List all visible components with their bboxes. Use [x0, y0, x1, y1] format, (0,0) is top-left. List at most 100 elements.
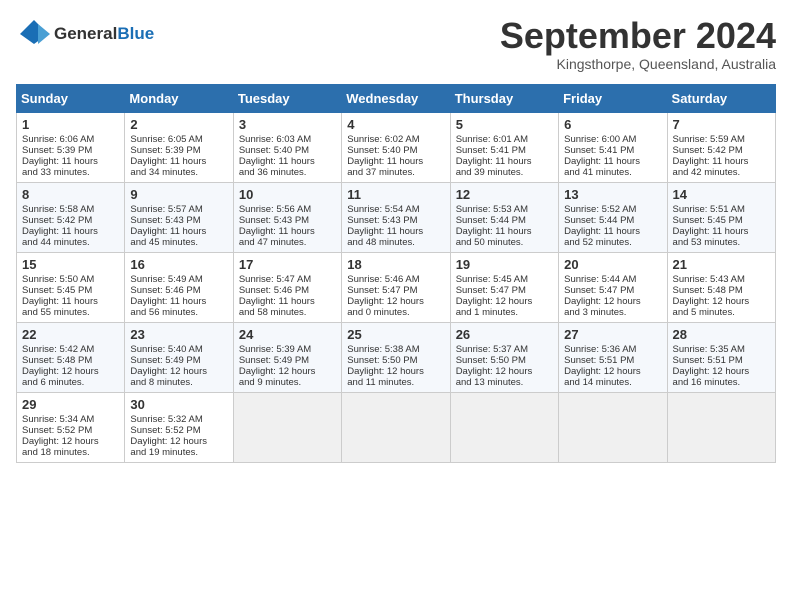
- cell-info: Sunrise: 5:57 AMSunset: 5:43 PMDaylight:…: [130, 204, 206, 248]
- cell-info: Sunrise: 5:51 AMSunset: 5:45 PMDaylight:…: [673, 204, 749, 248]
- day-number: 11: [347, 187, 444, 202]
- cell-info: Sunrise: 5:50 AMSunset: 5:45 PMDaylight:…: [22, 274, 98, 318]
- col-header-friday: Friday: [559, 84, 667, 112]
- day-number: 15: [22, 257, 119, 272]
- col-header-thursday: Thursday: [450, 84, 558, 112]
- calendar-cell: 23 Sunrise: 5:40 AMSunset: 5:49 PMDaylig…: [125, 322, 233, 392]
- cell-info: Sunrise: 5:53 AMSunset: 5:44 PMDaylight:…: [456, 204, 532, 248]
- cell-info: Sunrise: 5:45 AMSunset: 5:47 PMDaylight:…: [456, 274, 533, 318]
- calendar-cell: 12 Sunrise: 5:53 AMSunset: 5:44 PMDaylig…: [450, 182, 558, 252]
- cell-info: Sunrise: 5:32 AMSunset: 5:52 PMDaylight:…: [130, 414, 207, 458]
- cell-info: Sunrise: 5:58 AMSunset: 5:42 PMDaylight:…: [22, 204, 98, 248]
- calendar-cell: 10 Sunrise: 5:56 AMSunset: 5:43 PMDaylig…: [233, 182, 341, 252]
- calendar-header-row: SundayMondayTuesdayWednesdayThursdayFrid…: [17, 84, 776, 112]
- calendar-cell: 15 Sunrise: 5:50 AMSunset: 5:45 PMDaylig…: [17, 252, 125, 322]
- calendar-cell: 4 Sunrise: 6:02 AMSunset: 5:40 PMDayligh…: [342, 112, 450, 182]
- day-number: 4: [347, 117, 444, 132]
- logo-blue: Blue: [117, 24, 154, 43]
- cell-info: Sunrise: 6:02 AMSunset: 5:40 PMDaylight:…: [347, 134, 423, 178]
- cell-info: Sunrise: 5:43 AMSunset: 5:48 PMDaylight:…: [673, 274, 750, 318]
- cell-info: Sunrise: 5:47 AMSunset: 5:46 PMDaylight:…: [239, 274, 315, 318]
- calendar-week-5: 29 Sunrise: 5:34 AMSunset: 5:52 PMDaylig…: [17, 392, 776, 462]
- calendar-cell: 20 Sunrise: 5:44 AMSunset: 5:47 PMDaylig…: [559, 252, 667, 322]
- title-block: September 2024 Kingsthorpe, Queensland, …: [500, 16, 776, 72]
- cell-info: Sunrise: 5:42 AMSunset: 5:48 PMDaylight:…: [22, 344, 99, 388]
- calendar-week-1: 1 Sunrise: 6:06 AMSunset: 5:39 PMDayligh…: [17, 112, 776, 182]
- calendar-cell: 22 Sunrise: 5:42 AMSunset: 5:48 PMDaylig…: [17, 322, 125, 392]
- calendar-cell: 6 Sunrise: 6:00 AMSunset: 5:41 PMDayligh…: [559, 112, 667, 182]
- day-number: 14: [673, 187, 770, 202]
- col-header-saturday: Saturday: [667, 84, 775, 112]
- day-number: 9: [130, 187, 227, 202]
- cell-info: Sunrise: 5:40 AMSunset: 5:49 PMDaylight:…: [130, 344, 207, 388]
- cell-info: Sunrise: 5:34 AMSunset: 5:52 PMDaylight:…: [22, 414, 99, 458]
- cell-info: Sunrise: 5:46 AMSunset: 5:47 PMDaylight:…: [347, 274, 424, 318]
- calendar-week-4: 22 Sunrise: 5:42 AMSunset: 5:48 PMDaylig…: [17, 322, 776, 392]
- day-number: 30: [130, 397, 227, 412]
- calendar-cell: 8 Sunrise: 5:58 AMSunset: 5:42 PMDayligh…: [17, 182, 125, 252]
- calendar-week-2: 8 Sunrise: 5:58 AMSunset: 5:42 PMDayligh…: [17, 182, 776, 252]
- cell-info: Sunrise: 5:39 AMSunset: 5:49 PMDaylight:…: [239, 344, 316, 388]
- cell-info: Sunrise: 5:38 AMSunset: 5:50 PMDaylight:…: [347, 344, 424, 388]
- cell-info: Sunrise: 5:37 AMSunset: 5:50 PMDaylight:…: [456, 344, 533, 388]
- day-number: 26: [456, 327, 553, 342]
- cell-info: Sunrise: 5:35 AMSunset: 5:51 PMDaylight:…: [673, 344, 750, 388]
- day-number: 3: [239, 117, 336, 132]
- calendar-cell: 13 Sunrise: 5:52 AMSunset: 5:44 PMDaylig…: [559, 182, 667, 252]
- day-number: 21: [673, 257, 770, 272]
- calendar-cell: 5 Sunrise: 6:01 AMSunset: 5:41 PMDayligh…: [450, 112, 558, 182]
- calendar-cell: 17 Sunrise: 5:47 AMSunset: 5:46 PMDaylig…: [233, 252, 341, 322]
- logo: GeneralBlue: [16, 16, 154, 52]
- day-number: 8: [22, 187, 119, 202]
- day-number: 22: [22, 327, 119, 342]
- day-number: 18: [347, 257, 444, 272]
- calendar-cell: 1 Sunrise: 6:06 AMSunset: 5:39 PMDayligh…: [17, 112, 125, 182]
- location: Kingsthorpe, Queensland, Australia: [500, 56, 776, 72]
- day-number: 23: [130, 327, 227, 342]
- day-number: 17: [239, 257, 336, 272]
- month-title: September 2024: [500, 16, 776, 56]
- calendar-cell: 25 Sunrise: 5:38 AMSunset: 5:50 PMDaylig…: [342, 322, 450, 392]
- day-number: 10: [239, 187, 336, 202]
- calendar-cell: 3 Sunrise: 6:03 AMSunset: 5:40 PMDayligh…: [233, 112, 341, 182]
- cell-info: Sunrise: 5:56 AMSunset: 5:43 PMDaylight:…: [239, 204, 315, 248]
- calendar-cell: [233, 392, 341, 462]
- day-number: 5: [456, 117, 553, 132]
- calendar-cell: [559, 392, 667, 462]
- logo-general: General: [54, 24, 117, 43]
- calendar-cell: 2 Sunrise: 6:05 AMSunset: 5:39 PMDayligh…: [125, 112, 233, 182]
- col-header-tuesday: Tuesday: [233, 84, 341, 112]
- cell-info: Sunrise: 6:05 AMSunset: 5:39 PMDaylight:…: [130, 134, 206, 178]
- day-number: 13: [564, 187, 661, 202]
- cell-info: Sunrise: 5:54 AMSunset: 5:43 PMDaylight:…: [347, 204, 423, 248]
- day-number: 24: [239, 327, 336, 342]
- day-number: 7: [673, 117, 770, 132]
- calendar-cell: 28 Sunrise: 5:35 AMSunset: 5:51 PMDaylig…: [667, 322, 775, 392]
- cell-info: Sunrise: 5:52 AMSunset: 5:44 PMDaylight:…: [564, 204, 640, 248]
- cell-info: Sunrise: 6:06 AMSunset: 5:39 PMDaylight:…: [22, 134, 98, 178]
- calendar-cell: [450, 392, 558, 462]
- calendar-cell: 26 Sunrise: 5:37 AMSunset: 5:50 PMDaylig…: [450, 322, 558, 392]
- day-number: 16: [130, 257, 227, 272]
- calendar-cell: [342, 392, 450, 462]
- col-header-sunday: Sunday: [17, 84, 125, 112]
- calendar-cell: 27 Sunrise: 5:36 AMSunset: 5:51 PMDaylig…: [559, 322, 667, 392]
- cell-info: Sunrise: 5:49 AMSunset: 5:46 PMDaylight:…: [130, 274, 206, 318]
- day-number: 28: [673, 327, 770, 342]
- calendar-cell: 30 Sunrise: 5:32 AMSunset: 5:52 PMDaylig…: [125, 392, 233, 462]
- calendar-cell: 19 Sunrise: 5:45 AMSunset: 5:47 PMDaylig…: [450, 252, 558, 322]
- calendar-cell: [667, 392, 775, 462]
- calendar-cell: 21 Sunrise: 5:43 AMSunset: 5:48 PMDaylig…: [667, 252, 775, 322]
- logo-icon: [16, 16, 52, 52]
- cell-info: Sunrise: 5:44 AMSunset: 5:47 PMDaylight:…: [564, 274, 641, 318]
- cell-info: Sunrise: 6:00 AMSunset: 5:41 PMDaylight:…: [564, 134, 640, 178]
- calendar-cell: 9 Sunrise: 5:57 AMSunset: 5:43 PMDayligh…: [125, 182, 233, 252]
- day-number: 27: [564, 327, 661, 342]
- cell-info: Sunrise: 5:36 AMSunset: 5:51 PMDaylight:…: [564, 344, 641, 388]
- calendar-cell: 24 Sunrise: 5:39 AMSunset: 5:49 PMDaylig…: [233, 322, 341, 392]
- day-number: 20: [564, 257, 661, 272]
- calendar-cell: 14 Sunrise: 5:51 AMSunset: 5:45 PMDaylig…: [667, 182, 775, 252]
- day-number: 19: [456, 257, 553, 272]
- calendar-table: SundayMondayTuesdayWednesdayThursdayFrid…: [16, 84, 776, 463]
- calendar-week-3: 15 Sunrise: 5:50 AMSunset: 5:45 PMDaylig…: [17, 252, 776, 322]
